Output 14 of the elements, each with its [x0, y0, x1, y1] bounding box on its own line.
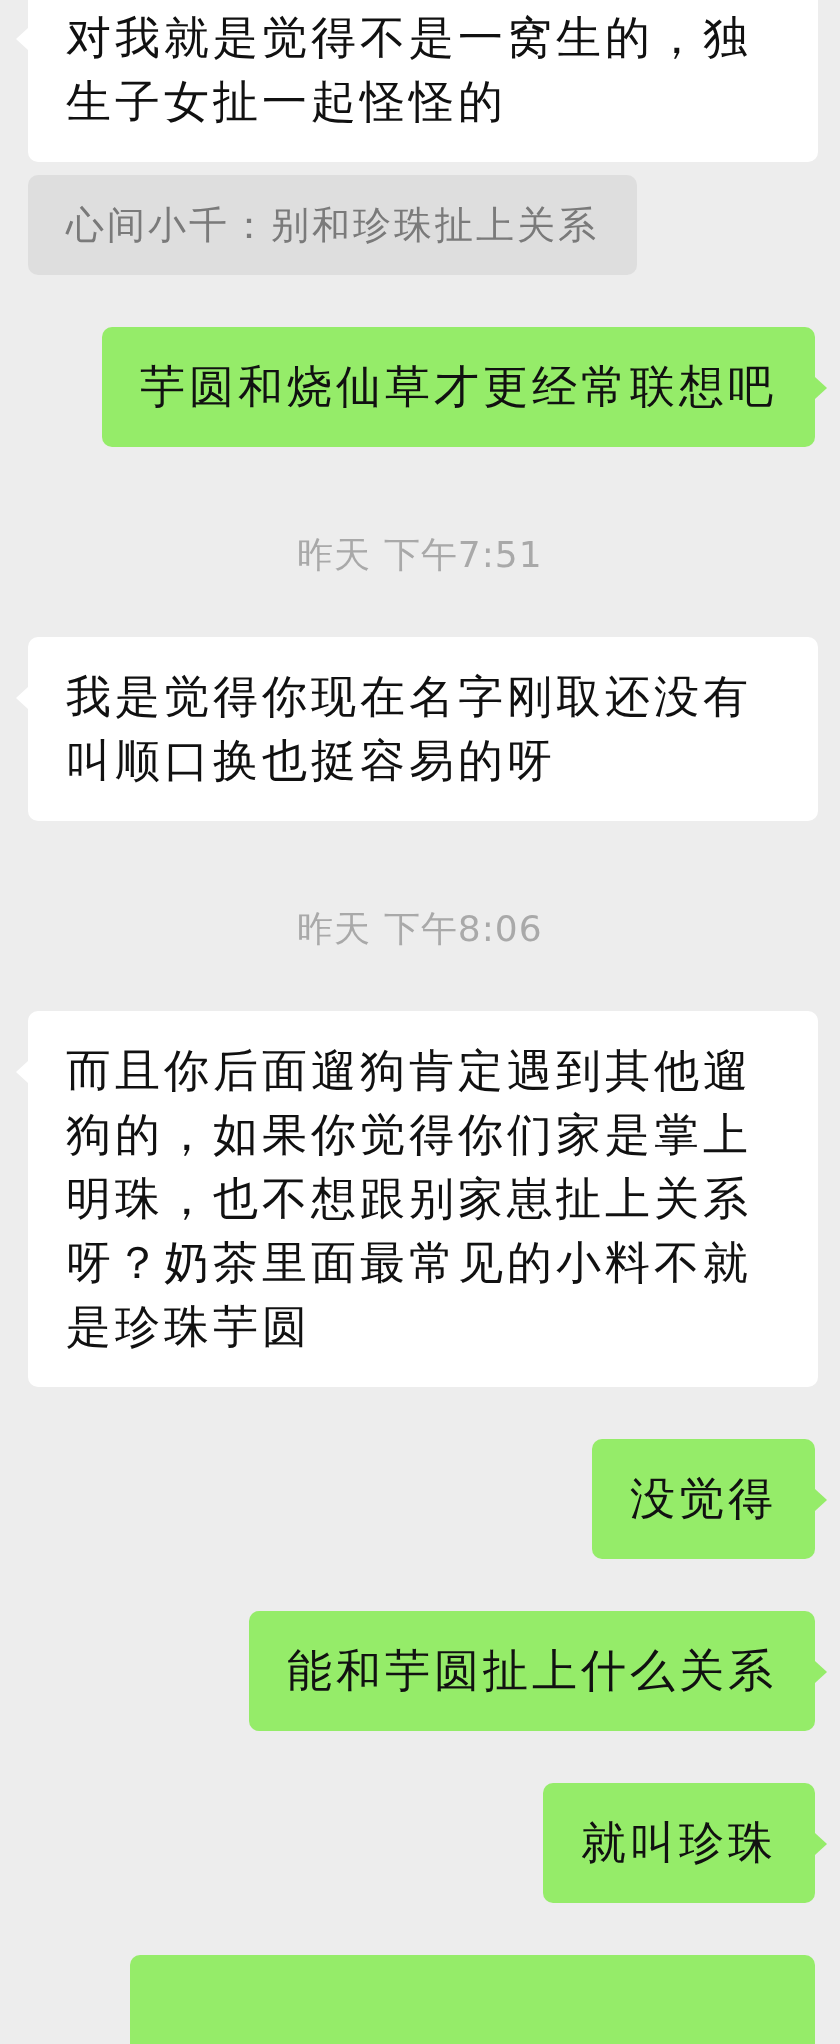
- bubble-tail: [815, 1489, 827, 1511]
- quoted-message: 心间小千：别和珍珠扯上关系: [28, 175, 637, 275]
- timestamp: 昨天 下午7:51: [296, 535, 544, 575]
- bubble-tail: [815, 1833, 827, 1855]
- message-bubble: 芋圆和烧仙草才更经常联想吧: [102, 327, 815, 447]
- timestamp: 昨天 下午8:06: [296, 909, 544, 949]
- bubble-tail: [815, 377, 827, 399]
- bubble-tail: [815, 1661, 827, 1683]
- message-bubble: 而且你后面遛狗肯定遇到其他遛狗的，如果你觉得你们家是掌上明珠，也不想跟别家崽扯上关系呀？奶茶里面最常见的小料不就是珍珠芋圆: [28, 1011, 818, 1387]
- message-bubble: 就叫珍珠: [543, 1783, 815, 1903]
- message-bubble: 能和芋圆扯上什么关系: [249, 1611, 815, 1731]
- message-bubble: 我是觉得你现在名字刚取还没有叫顺口换也挺容易的呀: [28, 637, 818, 821]
- message-bubble: 对我就是觉得不是一窝生的，独生子女扯一起怪怪的: [28, 0, 818, 162]
- message-bubble: 没觉得: [592, 1439, 815, 1559]
